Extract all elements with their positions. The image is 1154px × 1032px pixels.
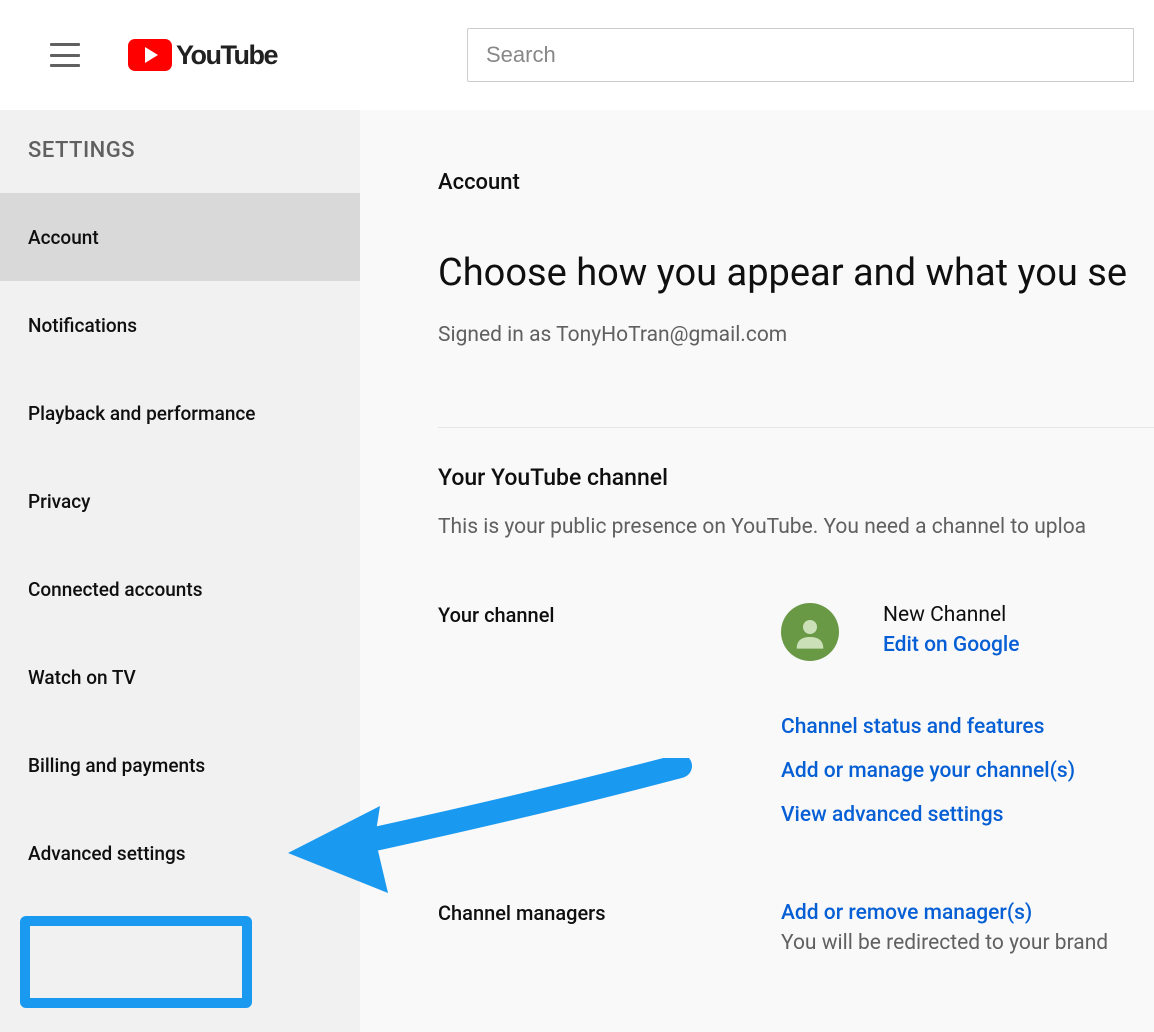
sidebar-item-privacy[interactable]: Privacy	[0, 457, 360, 545]
section-divider	[438, 427, 1154, 428]
channel-section-description: This is your public presence on YouTube.…	[438, 515, 1154, 539]
sidebar-item-advanced-settings[interactable]: Advanced settings	[0, 809, 360, 897]
search-input[interactable]	[467, 28, 1134, 82]
channel-links: Channel status and features Add or manag…	[781, 715, 1154, 827]
avatar	[781, 603, 839, 661]
add-remove-managers-link[interactable]: Add or remove manager(s)	[781, 901, 1108, 925]
person-icon	[790, 612, 830, 652]
channel-managers-label: Channel managers	[438, 901, 781, 925]
channel-managers-row: Channel managers Add or remove manager(s…	[438, 901, 1154, 955]
main-heading: Choose how you appear and what you se	[438, 251, 1154, 295]
page-title: Account	[438, 170, 1154, 195]
channel-info: New Channel Edit on Google	[781, 603, 1020, 661]
header-bar: YouTube	[0, 0, 1154, 110]
sidebar-item-notifications[interactable]: Notifications	[0, 281, 360, 369]
sidebar-item-billing[interactable]: Billing and payments	[0, 721, 360, 809]
sidebar-title: SETTINGS	[0, 138, 360, 193]
sidebar-item-account[interactable]: Account	[0, 193, 360, 281]
channel-section-heading: Your YouTube channel	[438, 464, 1154, 491]
main-content: Account Choose how you appear and what y…	[360, 110, 1154, 1032]
signed-in-text: Signed in as TonyHoTran@gmail.com	[438, 323, 1154, 347]
youtube-logo-text: YouTube	[176, 40, 277, 71]
sidebar-item-watch-on-tv[interactable]: Watch on TV	[0, 633, 360, 721]
content-area: SETTINGS Account Notifications Playback …	[0, 110, 1154, 1032]
channel-name: New Channel	[883, 603, 1020, 627]
your-channel-row: Your channel New Channel Edit on Google	[438, 603, 1154, 661]
view-advanced-settings-link[interactable]: View advanced settings	[781, 803, 1154, 827]
sidebar-item-playback[interactable]: Playback and performance	[0, 369, 360, 457]
manage-channels-link[interactable]: Add or manage your channel(s)	[781, 759, 1154, 783]
channel-status-link[interactable]: Channel status and features	[781, 715, 1154, 739]
edit-on-google-link[interactable]: Edit on Google	[883, 633, 1020, 657]
sidebar-item-connected-accounts[interactable]: Connected accounts	[0, 545, 360, 633]
youtube-play-icon	[128, 39, 172, 71]
search-container	[467, 28, 1134, 82]
settings-sidebar: SETTINGS Account Notifications Playback …	[0, 110, 360, 1032]
youtube-logo[interactable]: YouTube	[128, 39, 277, 71]
hamburger-menu-icon[interactable]	[50, 43, 80, 67]
managers-description: You will be redirected to your brand	[781, 931, 1108, 955]
your-channel-label: Your channel	[438, 603, 781, 627]
